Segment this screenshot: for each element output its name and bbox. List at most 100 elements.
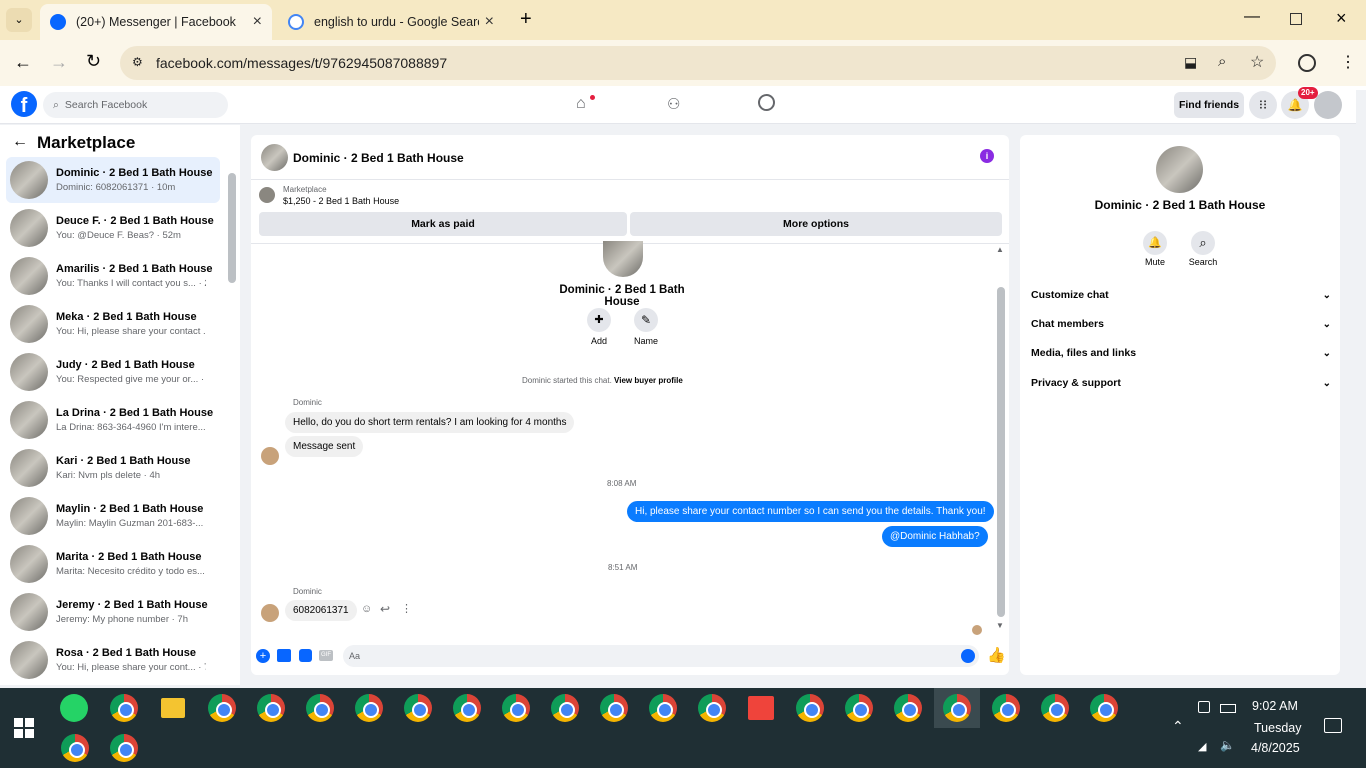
reply-icon[interactable]: ↩: [380, 602, 390, 616]
file-explorer-icon[interactable]: [161, 698, 185, 718]
whatsapp-icon[interactable]: [60, 694, 88, 722]
chat-list-item[interactable]: Maylin · 2 Bed 1 Bath House Maylin: Mayli…: [6, 493, 220, 539]
clock-date[interactable]: 4/8/2025: [1251, 741, 1300, 755]
chrome-icon[interactable]: [453, 694, 481, 722]
windows-start-icon[interactable]: [14, 718, 34, 738]
chrome-icon[interactable]: [502, 694, 530, 722]
chrome-icon[interactable]: [257, 694, 285, 722]
chrome-icon[interactable]: [404, 694, 432, 722]
message-input[interactable]: Aa: [343, 645, 979, 667]
sticker-icon[interactable]: [299, 649, 312, 662]
minimize-icon[interactable]: —: [1244, 8, 1260, 26]
chrome-icon[interactable]: [698, 694, 726, 722]
like-thumb-icon[interactable]: 👍: [987, 646, 1006, 664]
chrome-icon[interactable]: [894, 694, 922, 722]
window-close-icon[interactable]: ×: [1336, 8, 1347, 29]
incoming-message[interactable]: Message sent: [285, 436, 364, 457]
forward-icon[interactable]: →: [50, 52, 68, 73]
chat-scrollbar[interactable]: [997, 287, 1005, 617]
facebook-logo[interactable]: f: [11, 91, 37, 117]
meet-now-icon[interactable]: [1198, 701, 1210, 713]
chat-list-item[interactable]: La Drina · 2 Bed 1 Bath House La Drina: 8…: [6, 397, 220, 443]
chrome-icon[interactable]: [649, 694, 677, 722]
home-icon[interactable]: ⌂: [576, 95, 586, 113]
profile-icon[interactable]: [1298, 54, 1316, 72]
battery-icon[interactable]: [1220, 704, 1236, 713]
friends-icon[interactable]: ⚇: [667, 95, 680, 113]
photo-icon[interactable]: [277, 649, 291, 662]
chrome-icon[interactable]: [551, 694, 579, 722]
notification-center-icon[interactable]: [1324, 718, 1342, 733]
chrome-icon[interactable]: [110, 694, 138, 722]
clock-time[interactable]: 9:02 AM: [1252, 699, 1298, 713]
clock-day[interactable]: Tuesday: [1254, 721, 1301, 735]
chat-list-item[interactable]: Jeremy · 2 Bed 1 Bath House Jeremy: My ph…: [6, 589, 220, 635]
chrome-icon[interactable]: [992, 694, 1020, 722]
chrome-icon[interactable]: [355, 694, 383, 722]
chat-list-item[interactable]: Meka · 2 Bed 1 Bath House You: Hi, please…: [6, 301, 220, 347]
address-bar[interactable]: ⚙ facebook.com/messages/t/97629450870888…: [120, 46, 1276, 80]
incoming-message[interactable]: 6082061371: [285, 600, 357, 621]
chat-members-row[interactable]: Chat members ⌄: [1031, 314, 1331, 334]
more-options-button[interactable]: More options: [630, 212, 1002, 236]
back-icon[interactable]: ←: [14, 52, 32, 73]
emoji-icon[interactable]: [961, 649, 975, 663]
chrome-icon[interactable]: [600, 694, 628, 722]
chat-list-item[interactable]: Amarilis · 2 Bed 1 Bath House You: Thanks…: [6, 253, 220, 299]
privacy-support-row[interactable]: Privacy & support ⌄: [1031, 373, 1331, 393]
chrome-icon[interactable]: [943, 694, 971, 722]
groups-icon[interactable]: [758, 94, 775, 111]
react-icon[interactable]: ☺: [361, 603, 372, 615]
close-icon[interactable]: ×: [253, 13, 262, 31]
chat-list-item[interactable]: Dominic · 2 Bed 1 Bath House Dominic: 608…: [6, 157, 220, 203]
install-app-icon[interactable]: ⬓: [1184, 54, 1197, 71]
chrome-icon[interactable]: [1041, 694, 1069, 722]
back-arrow-icon[interactable]: ←: [12, 133, 28, 151]
search-facebook-input[interactable]: ⌕ Search Facebook: [43, 92, 228, 118]
outgoing-message[interactable]: Hi, please share your contact number so …: [627, 501, 994, 522]
chrome-icon[interactable]: [796, 694, 824, 722]
add-people-button[interactable]: ✚: [587, 308, 611, 332]
mark-as-paid-button[interactable]: Mark as paid: [259, 212, 627, 236]
customize-chat-row[interactable]: Customize chat ⌄: [1031, 285, 1331, 305]
menu-grid-icon[interactable]: ⁝⁝: [1249, 91, 1277, 119]
close-icon[interactable]: ×: [485, 13, 494, 31]
tab-google-search[interactable]: english to urdu - Google Search ×: [278, 4, 504, 40]
new-tab-icon[interactable]: +: [520, 8, 532, 31]
bookmark-star-icon[interactable]: ☆: [1250, 52, 1264, 72]
chat-header-avatar[interactable]: [261, 144, 288, 171]
view-buyer-profile-link[interactable]: View buyer profile: [614, 376, 683, 385]
chat-list-item[interactable]: Marita · 2 Bed 1 Bath House Marita: Neces…: [6, 541, 220, 587]
list-scrollbar[interactable]: [228, 173, 236, 283]
volume-icon[interactable]: 🔈: [1220, 738, 1235, 752]
more-actions-icon[interactable]: ⋮: [401, 602, 412, 615]
account-avatar[interactable]: [1314, 91, 1342, 119]
tab-search-dropdown-icon[interactable]: ⌄: [6, 8, 32, 32]
mute-button[interactable]: 🔔: [1143, 231, 1167, 255]
site-info-icon[interactable]: ⚙: [132, 55, 143, 69]
chat-header-title[interactable]: Dominic · 2 Bed 1 Bath House: [293, 151, 464, 165]
incoming-message[interactable]: Hello, do you do short term rentals? I a…: [285, 412, 575, 433]
chrome-icon[interactable]: [1090, 694, 1118, 722]
search-in-chat-button[interactable]: ⌕: [1191, 231, 1215, 255]
tab-messenger[interactable]: (20+) Messenger | Facebook ×: [40, 4, 272, 40]
composer-plus-icon[interactable]: +: [256, 649, 270, 663]
chat-list-item[interactable]: Kari · 2 Bed 1 Bath House Kari: Nvm pls d…: [6, 445, 220, 491]
gif-icon[interactable]: GIF: [319, 650, 333, 661]
restore-icon[interactable]: [1290, 13, 1302, 25]
scroll-down-icon[interactable]: ▼: [996, 621, 1004, 630]
anydesk-icon[interactable]: [748, 696, 774, 720]
chat-list-item[interactable]: Deuce F. · 2 Bed 1 Bath House You: @Deuce…: [6, 205, 220, 251]
scroll-up-icon[interactable]: ▲: [996, 245, 1004, 254]
chrome-icon[interactable]: [61, 734, 89, 762]
outgoing-message[interactable]: @Dominic Habhab?: [882, 526, 988, 547]
listing-title[interactable]: $1,250 - 2 Bed 1 Bath House: [283, 196, 399, 206]
page-scrollbar[interactable]: [1356, 90, 1366, 688]
find-friends-button[interactable]: Find friends: [1174, 92, 1244, 118]
zoom-icon[interactable]: ⌕: [1218, 53, 1226, 70]
edit-name-button[interactable]: ✎: [634, 308, 658, 332]
chat-list-item[interactable]: Rosa · 2 Bed 1 Bath House You: Hi, please…: [6, 637, 220, 683]
reload-icon[interactable]: ↻: [86, 51, 101, 72]
show-hidden-icons-icon[interactable]: ⌃: [1172, 718, 1184, 735]
chat-list-item[interactable]: Judy · 2 Bed 1 Bath House You: Respected …: [6, 349, 220, 395]
